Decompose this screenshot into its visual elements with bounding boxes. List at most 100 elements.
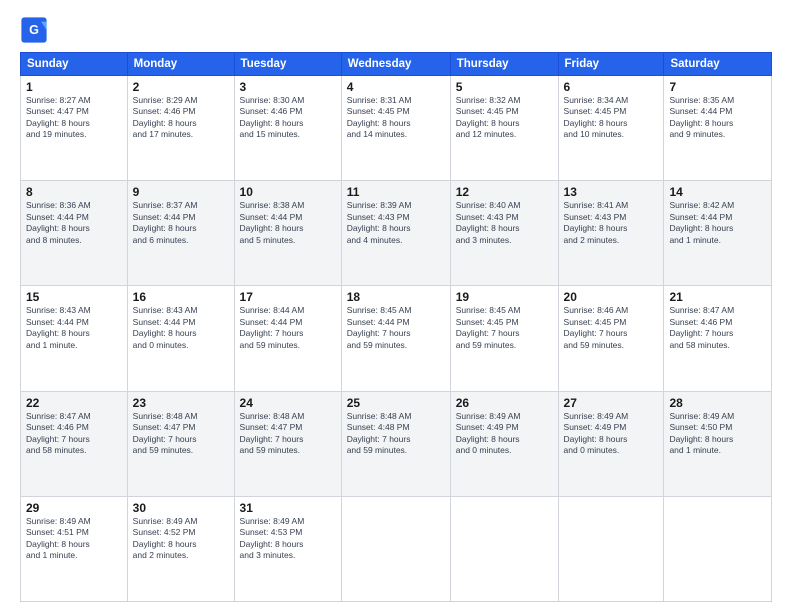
day-info: Sunrise: 8:49 AM Sunset: 4:49 PM Dayligh… [456,411,553,457]
col-header-wednesday: Wednesday [341,53,450,76]
logo-icon: G [20,16,48,44]
day-number: 28 [669,396,766,410]
calendar-cell: 1Sunrise: 8:27 AM Sunset: 4:47 PM Daylig… [21,76,128,181]
day-number: 4 [347,80,445,94]
day-info: Sunrise: 8:49 AM Sunset: 4:52 PM Dayligh… [133,516,229,562]
col-header-thursday: Thursday [450,53,558,76]
calendar-cell: 20Sunrise: 8:46 AM Sunset: 4:45 PM Dayli… [558,286,664,391]
calendar-cell: 19Sunrise: 8:45 AM Sunset: 4:45 PM Dayli… [450,286,558,391]
day-info: Sunrise: 8:40 AM Sunset: 4:43 PM Dayligh… [456,200,553,246]
day-number: 3 [240,80,336,94]
day-info: Sunrise: 8:29 AM Sunset: 4:46 PM Dayligh… [133,95,229,141]
calendar-cell: 23Sunrise: 8:48 AM Sunset: 4:47 PM Dayli… [127,391,234,496]
day-number: 27 [564,396,659,410]
day-number: 13 [564,185,659,199]
calendar-cell: 25Sunrise: 8:48 AM Sunset: 4:48 PM Dayli… [341,391,450,496]
col-header-monday: Monday [127,53,234,76]
logo: G [20,16,50,44]
calendar-cell: 29Sunrise: 8:49 AM Sunset: 4:51 PM Dayli… [21,496,128,601]
day-number: 2 [133,80,229,94]
calendar-cell: 4Sunrise: 8:31 AM Sunset: 4:45 PM Daylig… [341,76,450,181]
day-info: Sunrise: 8:31 AM Sunset: 4:45 PM Dayligh… [347,95,445,141]
calendar-header: SundayMondayTuesdayWednesdayThursdayFrid… [21,53,772,76]
calendar-cell: 12Sunrise: 8:40 AM Sunset: 4:43 PM Dayli… [450,181,558,286]
day-number: 11 [347,185,445,199]
col-header-friday: Friday [558,53,664,76]
day-info: Sunrise: 8:48 AM Sunset: 4:48 PM Dayligh… [347,411,445,457]
day-number: 15 [26,290,122,304]
calendar-cell: 26Sunrise: 8:49 AM Sunset: 4:49 PM Dayli… [450,391,558,496]
header: G [20,16,772,44]
day-info: Sunrise: 8:49 AM Sunset: 4:49 PM Dayligh… [564,411,659,457]
calendar-cell [558,496,664,601]
calendar-cell: 31Sunrise: 8:49 AM Sunset: 4:53 PM Dayli… [234,496,341,601]
day-number: 29 [26,501,122,515]
calendar-cell: 6Sunrise: 8:34 AM Sunset: 4:45 PM Daylig… [558,76,664,181]
calendar-cell: 16Sunrise: 8:43 AM Sunset: 4:44 PM Dayli… [127,286,234,391]
day-info: Sunrise: 8:35 AM Sunset: 4:44 PM Dayligh… [669,95,766,141]
day-number: 9 [133,185,229,199]
day-number: 10 [240,185,336,199]
day-info: Sunrise: 8:32 AM Sunset: 4:45 PM Dayligh… [456,95,553,141]
day-info: Sunrise: 8:49 AM Sunset: 4:53 PM Dayligh… [240,516,336,562]
day-number: 6 [564,80,659,94]
day-number: 26 [456,396,553,410]
day-info: Sunrise: 8:43 AM Sunset: 4:44 PM Dayligh… [133,305,229,351]
day-number: 5 [456,80,553,94]
calendar-cell: 18Sunrise: 8:45 AM Sunset: 4:44 PM Dayli… [341,286,450,391]
day-number: 1 [26,80,122,94]
day-number: 19 [456,290,553,304]
day-number: 17 [240,290,336,304]
calendar-cell: 5Sunrise: 8:32 AM Sunset: 4:45 PM Daylig… [450,76,558,181]
calendar-cell: 17Sunrise: 8:44 AM Sunset: 4:44 PM Dayli… [234,286,341,391]
day-info: Sunrise: 8:38 AM Sunset: 4:44 PM Dayligh… [240,200,336,246]
col-header-saturday: Saturday [664,53,772,76]
calendar-cell: 27Sunrise: 8:49 AM Sunset: 4:49 PM Dayli… [558,391,664,496]
day-number: 14 [669,185,766,199]
col-header-tuesday: Tuesday [234,53,341,76]
page: G SundayMondayTuesdayWednesdayThursdayFr… [0,0,792,612]
day-number: 30 [133,501,229,515]
day-info: Sunrise: 8:48 AM Sunset: 4:47 PM Dayligh… [133,411,229,457]
svg-text:G: G [29,23,39,37]
day-info: Sunrise: 8:39 AM Sunset: 4:43 PM Dayligh… [347,200,445,246]
day-info: Sunrise: 8:27 AM Sunset: 4:47 PM Dayligh… [26,95,122,141]
calendar-cell: 21Sunrise: 8:47 AM Sunset: 4:46 PM Dayli… [664,286,772,391]
day-info: Sunrise: 8:34 AM Sunset: 4:45 PM Dayligh… [564,95,659,141]
calendar-table: SundayMondayTuesdayWednesdayThursdayFrid… [20,52,772,602]
calendar-cell: 14Sunrise: 8:42 AM Sunset: 4:44 PM Dayli… [664,181,772,286]
calendar-cell [450,496,558,601]
calendar-cell: 28Sunrise: 8:49 AM Sunset: 4:50 PM Dayli… [664,391,772,496]
day-number: 22 [26,396,122,410]
day-info: Sunrise: 8:47 AM Sunset: 4:46 PM Dayligh… [26,411,122,457]
calendar-cell: 2Sunrise: 8:29 AM Sunset: 4:46 PM Daylig… [127,76,234,181]
day-info: Sunrise: 8:45 AM Sunset: 4:45 PM Dayligh… [456,305,553,351]
day-info: Sunrise: 8:48 AM Sunset: 4:47 PM Dayligh… [240,411,336,457]
day-info: Sunrise: 8:42 AM Sunset: 4:44 PM Dayligh… [669,200,766,246]
calendar-cell: 8Sunrise: 8:36 AM Sunset: 4:44 PM Daylig… [21,181,128,286]
calendar-cell: 22Sunrise: 8:47 AM Sunset: 4:46 PM Dayli… [21,391,128,496]
calendar-cell [341,496,450,601]
calendar-cell: 30Sunrise: 8:49 AM Sunset: 4:52 PM Dayli… [127,496,234,601]
day-number: 25 [347,396,445,410]
day-number: 8 [26,185,122,199]
day-number: 7 [669,80,766,94]
calendar-cell [664,496,772,601]
day-number: 16 [133,290,229,304]
calendar-cell: 13Sunrise: 8:41 AM Sunset: 4:43 PM Dayli… [558,181,664,286]
day-info: Sunrise: 8:30 AM Sunset: 4:46 PM Dayligh… [240,95,336,141]
day-number: 20 [564,290,659,304]
day-info: Sunrise: 8:45 AM Sunset: 4:44 PM Dayligh… [347,305,445,351]
day-number: 23 [133,396,229,410]
calendar-cell: 10Sunrise: 8:38 AM Sunset: 4:44 PM Dayli… [234,181,341,286]
col-header-sunday: Sunday [21,53,128,76]
day-info: Sunrise: 8:36 AM Sunset: 4:44 PM Dayligh… [26,200,122,246]
day-info: Sunrise: 8:46 AM Sunset: 4:45 PM Dayligh… [564,305,659,351]
calendar-cell: 15Sunrise: 8:43 AM Sunset: 4:44 PM Dayli… [21,286,128,391]
day-info: Sunrise: 8:43 AM Sunset: 4:44 PM Dayligh… [26,305,122,351]
day-info: Sunrise: 8:44 AM Sunset: 4:44 PM Dayligh… [240,305,336,351]
day-info: Sunrise: 8:37 AM Sunset: 4:44 PM Dayligh… [133,200,229,246]
calendar-cell: 7Sunrise: 8:35 AM Sunset: 4:44 PM Daylig… [664,76,772,181]
calendar-cell: 11Sunrise: 8:39 AM Sunset: 4:43 PM Dayli… [341,181,450,286]
calendar-cell: 24Sunrise: 8:48 AM Sunset: 4:47 PM Dayli… [234,391,341,496]
